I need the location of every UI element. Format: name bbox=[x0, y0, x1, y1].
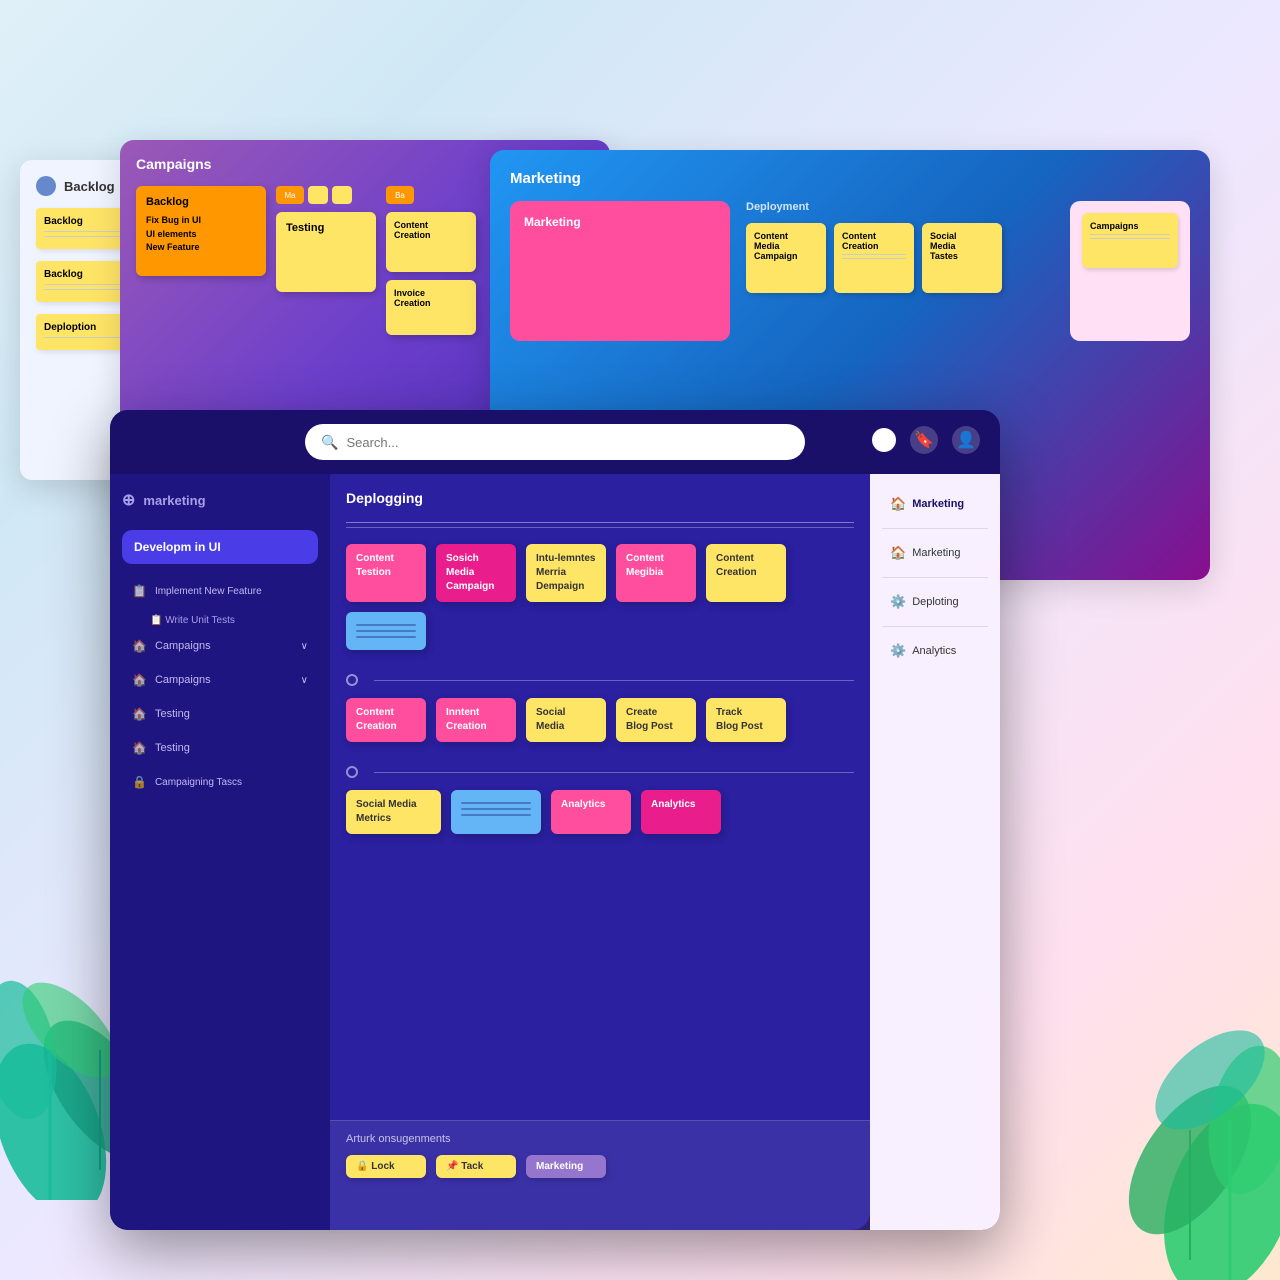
rs-divider-1 bbox=[882, 528, 988, 529]
rs-item-deploting[interactable]: ⚙️ Deploting bbox=[882, 584, 988, 620]
rs-home-icon-1: 🏠 bbox=[890, 496, 906, 512]
sidebar-campaigns1-icon: 🏠 bbox=[132, 639, 147, 653]
card-content-creation-1[interactable]: ContentCreation bbox=[706, 544, 786, 602]
circle-icon[interactable] bbox=[872, 428, 896, 452]
sidebar-header: ⊕ marketing bbox=[122, 490, 318, 510]
campaigns-sticky-content-creation: ContentCreation bbox=[386, 212, 476, 272]
sidebar-campaigns2-arrow: ∨ bbox=[301, 675, 308, 686]
mkt-sticky-3: SocialMediaTastes bbox=[922, 223, 1002, 293]
sidebar-item-campaigning[interactable]: 🔒 Campaigning Tascs bbox=[122, 767, 318, 797]
bottom-card-lock[interactable]: 🔒 Lock bbox=[346, 1155, 426, 1178]
sidebar-campaigns1-arrow: ∨ bbox=[301, 641, 308, 652]
sidebar-sub-tests[interactable]: 📋 Write Unit Tests bbox=[122, 610, 318, 631]
leaves-right-decoration bbox=[1050, 900, 1280, 1280]
card-social-media-metrics[interactable]: Social MediaMetrics bbox=[346, 790, 441, 834]
card-content-megibia[interactable]: ContentMegibia bbox=[616, 544, 696, 602]
user-icon[interactable]: 👤 bbox=[952, 426, 980, 454]
board-area: Deplogging ContentTestion SosichMediaCam… bbox=[330, 474, 870, 1230]
swim-lane-1: ContentTestion SosichMediaCampaign Intu-… bbox=[346, 522, 854, 654]
card-analytics-2[interactable]: Analytics bbox=[641, 790, 721, 834]
bottom-panel: Arturk onsugenments 🔒 Lock 📌 Tack Market… bbox=[330, 1120, 870, 1230]
swim-lane-3: Social MediaMetrics Analytics Analytics bbox=[346, 766, 854, 838]
card-analytics-1[interactable]: Analytics bbox=[551, 790, 631, 834]
right-sidebar: 🏠 Marketing 🏠 Marketing ⚙️ Deploting ⚙️ … bbox=[870, 474, 1000, 1230]
rs-item-marketing-2[interactable]: 🏠 Marketing bbox=[882, 535, 988, 571]
tack-icon: 📌 bbox=[446, 1161, 458, 1172]
rs-item-marketing-1[interactable]: 🏠 Marketing bbox=[882, 486, 988, 522]
search-icon: 🔍 bbox=[321, 434, 338, 451]
main-sidebar: ⊕ marketing Developm in UI 📋 Implement N… bbox=[110, 474, 330, 1230]
mkt-sticky-2: ContentCreation bbox=[834, 223, 914, 293]
card-social-media[interactable]: SocialMedia bbox=[526, 698, 606, 742]
sidebar-lock-icon: 🔒 bbox=[132, 775, 147, 789]
main-window: 🔍 🔖 👤 ⊕ marketing Developm in UI 📋 Imple… bbox=[110, 410, 1000, 1230]
card-track-blog[interactable]: TrackBlog Post bbox=[706, 698, 786, 742]
sidebar-item-testing2[interactable]: 🏠 Testing bbox=[122, 733, 318, 763]
sidebar-testing1-icon: 🏠 bbox=[132, 707, 147, 721]
sidebar-item-campaigns2[interactable]: 🏠 Campaigns ∨ bbox=[122, 665, 318, 695]
campaigns-sticky-invoice: InvoiceCreation bbox=[386, 280, 476, 335]
card-social-media-campaign[interactable]: SosichMediaCampaign bbox=[436, 544, 516, 602]
rs-gear-icon-1: ⚙️ bbox=[890, 594, 906, 610]
swim-lane-2: ContentCreation InntentCreation SocialMe… bbox=[346, 674, 854, 746]
sidebar-item-implement[interactable]: 📋 Implement New Feature bbox=[122, 576, 318, 606]
card-intu-lemntes[interactable]: Intu-lemntesMerriaDempaign bbox=[526, 544, 606, 602]
sidebar-tests-icon: 📋 bbox=[150, 615, 162, 626]
sidebar-campaigns2-icon: 🏠 bbox=[132, 673, 147, 687]
sidebar-item-testing1[interactable]: 🏠 Testing bbox=[122, 699, 318, 729]
sidebar-item-campaigns1[interactable]: 🏠 Campaigns ∨ bbox=[122, 631, 318, 661]
card-inntent-creation[interactable]: InntentCreation bbox=[436, 698, 516, 742]
rs-divider-3 bbox=[882, 626, 988, 627]
marketing-bg-title: Marketing bbox=[510, 170, 1190, 187]
plus-icon[interactable]: ⊕ bbox=[122, 490, 135, 510]
bottom-card-marketing[interactable]: Marketing bbox=[526, 1155, 606, 1178]
bottom-card-tack[interactable]: 📌 Tack bbox=[436, 1155, 516, 1178]
bottom-panel-title: Arturk onsugenments bbox=[346, 1133, 854, 1145]
sidebar-testing2-icon: 🏠 bbox=[132, 741, 147, 755]
lane-dot-3 bbox=[346, 766, 358, 778]
lock-icon: 🔒 bbox=[356, 1161, 368, 1172]
mkt-sticky-1: ContentMediaCampaign bbox=[746, 223, 826, 293]
avatar bbox=[36, 176, 56, 196]
bookmark-icon[interactable]: 🔖 bbox=[910, 426, 938, 454]
sidebar-active-item[interactable]: Developm in UI bbox=[122, 530, 318, 564]
search-bar[interactable]: 🔍 bbox=[305, 424, 805, 460]
sidebar-implement-icon: 📋 bbox=[132, 584, 147, 598]
card-content-creation-2[interactable]: ContentCreation bbox=[346, 698, 426, 742]
campaigns-sticky-testing: Testing bbox=[276, 212, 376, 292]
rs-gear-icon-2: ⚙️ bbox=[890, 643, 906, 659]
card-create-blog[interactable]: CreateBlog Post bbox=[616, 698, 696, 742]
search-input[interactable] bbox=[346, 435, 789, 450]
board-title: Deplogging bbox=[346, 490, 854, 506]
card-lines-1[interactable] bbox=[346, 612, 426, 650]
campaigns-sticky-backlog: Backlog Fix Bug in UIUI elementsNew Feat… bbox=[136, 186, 266, 276]
bottom-cards-row: 🔒 Lock 📌 Tack Marketing bbox=[346, 1155, 854, 1178]
card-lines-2[interactable] bbox=[451, 790, 541, 834]
lane-dot-2 bbox=[346, 674, 358, 686]
card-content-testion[interactable]: ContentTestion bbox=[346, 544, 426, 602]
rs-divider-2 bbox=[882, 577, 988, 578]
rs-home-icon-2: 🏠 bbox=[890, 545, 906, 561]
rs-item-analytics[interactable]: ⚙️ Analytics bbox=[882, 633, 988, 669]
